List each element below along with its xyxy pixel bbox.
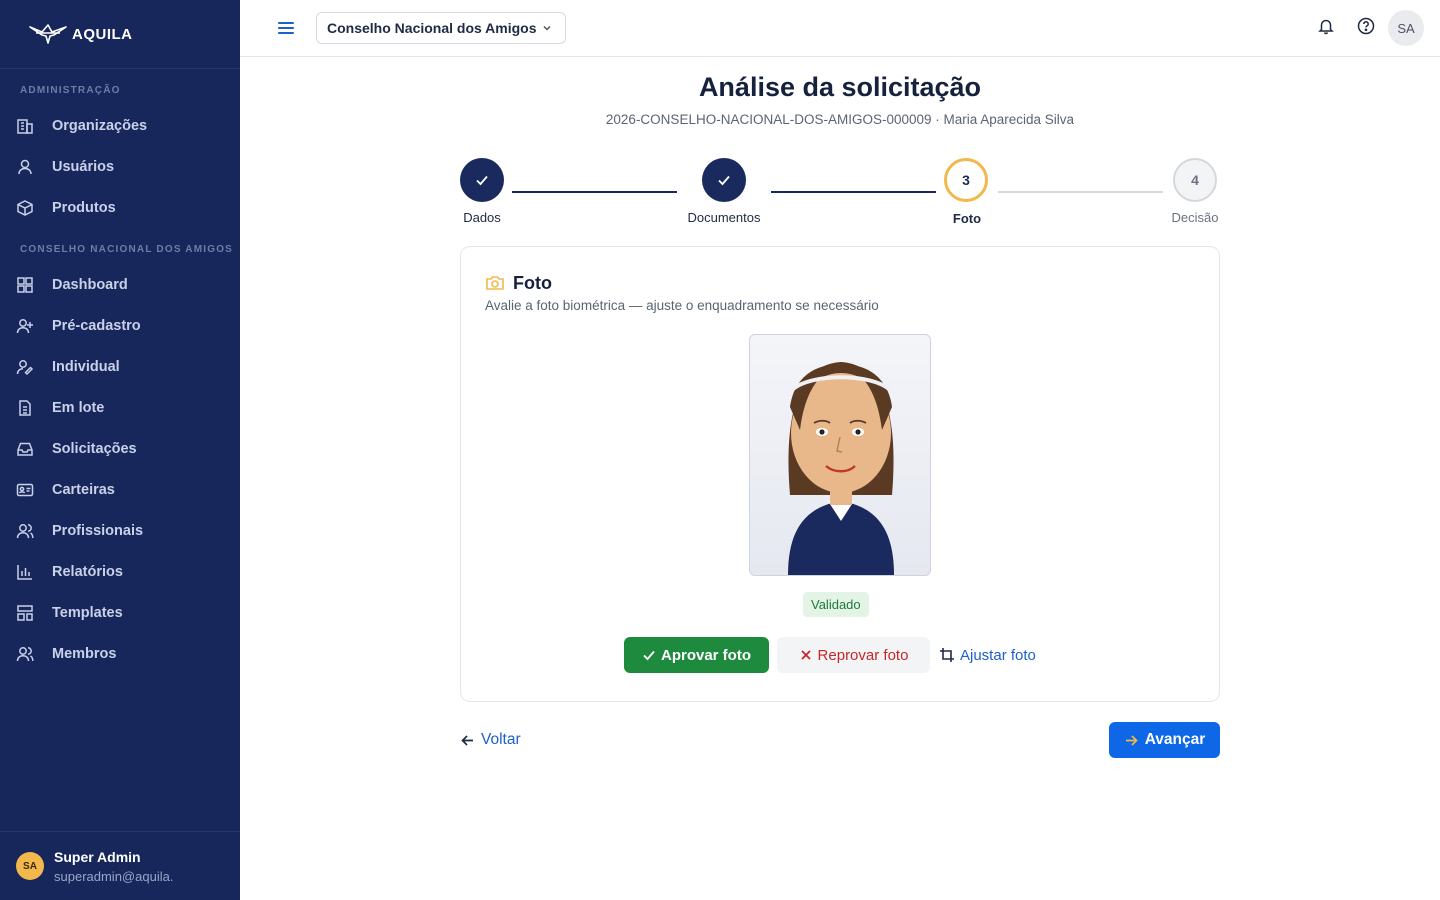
adjust-photo-button[interactable]: Ajustar foto [939, 637, 1054, 673]
step-label-documentos: Documentos [687, 210, 761, 225]
next-label: Avançar [1144, 731, 1206, 748]
step-number: 4 [1191, 172, 1199, 188]
sidebar-item-carteiras[interactable]: Carteiras [0, 469, 240, 510]
sidebar-item-usuarios[interactable]: Usuários [0, 146, 240, 187]
organization-selector[interactable]: Conselho Nacional dos Amigos [316, 12, 566, 44]
sidebar-item-produtos[interactable]: Produtos [0, 187, 240, 228]
approve-photo-button[interactable]: Aprovar foto [624, 637, 769, 673]
sidebar-item-label: Profissionais [52, 522, 144, 539]
help-icon[interactable] [1356, 16, 1376, 36]
back-button[interactable]: Voltar [460, 726, 521, 754]
template-icon [16, 604, 34, 622]
card-title: Foto [513, 273, 552, 293]
sidebar-item-em-lote[interactable]: Em lote [0, 387, 240, 428]
avatar: SA [16, 852, 44, 880]
sidebar-item-label: Solicitações [52, 440, 137, 457]
chevron-down-icon [543, 25, 551, 31]
arrow-left-icon [461, 734, 473, 746]
user-name: Super Admin [54, 848, 141, 865]
step-label-foto: Foto [952, 211, 982, 226]
back-label: Voltar [481, 731, 521, 748]
approve-photo-label: Aprovar foto [661, 646, 751, 664]
portrait-illustration [788, 362, 894, 575]
sidebar-item-dashboard[interactable]: Dashboard [0, 264, 240, 305]
user-pen-icon [16, 358, 34, 376]
sidebar-item-label: Organizações [52, 117, 148, 134]
bar-chart-icon [16, 563, 34, 581]
check-icon [643, 650, 655, 661]
step-1-done[interactable] [460, 158, 504, 202]
step-2-done[interactable] [702, 158, 746, 202]
page-title: Análise da solicitação [698, 72, 982, 102]
check-icon [476, 175, 488, 186]
sidebar-user-profile[interactable]: SA Super Admin superadmin@aquila. [0, 831, 240, 900]
adjust-photo-label: Ajustar foto [960, 646, 1036, 664]
eagle-logo-icon [29, 24, 67, 44]
sidebar-item-profissionais[interactable]: Profissionais [0, 510, 240, 551]
sidebar-item-label: Carteiras [52, 481, 115, 498]
sidebar-item-label: Relatórios [52, 563, 123, 580]
user-plus-icon [16, 317, 34, 335]
sidebar-item-label: Usuários [52, 158, 115, 175]
topbar: Conselho Nacional dos Amigos SA [240, 0, 1440, 57]
sidebar-item-label: Pré-cadastro [52, 317, 141, 334]
user-icon [16, 158, 34, 176]
sidebar-item-membros[interactable]: Membros [0, 633, 240, 674]
sidebar-item-templates[interactable]: Templates [0, 592, 240, 633]
user-email: superadmin@aquila. [54, 868, 174, 884]
sidebar-item-label: Templates [52, 604, 123, 621]
sidebar-item-label: Dashboard [52, 276, 128, 293]
step-connector [998, 191, 1163, 193]
id-card-icon [16, 481, 34, 499]
file-list-icon [16, 399, 34, 417]
arrow-right-icon [1125, 734, 1138, 746]
dashboard-icon [16, 276, 34, 294]
sidebar-item-label: Produtos [52, 199, 116, 216]
card-description: Avalie a foto biométrica — ajuste o enqu… [485, 298, 879, 313]
box-icon [16, 199, 34, 217]
menu-toggle-icon[interactable] [276, 18, 296, 38]
avatar[interactable]: SA [1388, 10, 1424, 46]
step-label-decisao: Decisão [1171, 210, 1219, 225]
sidebar-item-individual[interactable]: Individual [0, 346, 240, 387]
reject-photo-button[interactable]: Reprovar foto [777, 637, 930, 673]
sidebar-item-label: Individual [52, 358, 120, 375]
page-subtitle: 2026-CONSELHO-NACIONAL-DOS-AMIGOS-000009… [605, 112, 1075, 127]
step-3-current[interactable]: 3 [944, 158, 988, 202]
close-icon [800, 650, 811, 660]
sidebar-item-relatorios[interactable]: Relatórios [0, 551, 240, 592]
step-connector [512, 191, 677, 193]
step-connector [771, 191, 936, 193]
step-label-dados: Dados [463, 210, 501, 225]
sidebar-item-organizacoes[interactable]: Organizações [0, 105, 240, 146]
sidebar-item-pre-cadastro[interactable]: Pré-cadastro [0, 305, 240, 346]
users-icon [16, 522, 34, 540]
sidebar-item-label: Em lote [52, 399, 105, 416]
members-icon [16, 645, 34, 663]
building-icon [16, 117, 34, 135]
inbox-icon [16, 440, 34, 458]
next-button[interactable]: Avançar [1109, 722, 1220, 758]
sidebar: AQUILA ADMINISTRAÇÃO Organizações Usuári… [0, 0, 240, 900]
step-4-todo[interactable]: 4 [1173, 158, 1217, 202]
biometric-photo[interactable] [749, 334, 931, 576]
section-label-admin: ADMINISTRAÇÃO [20, 85, 121, 96]
step-number: 3 [962, 172, 970, 188]
brand-name: AQUILA [72, 25, 133, 43]
camera-icon [486, 276, 504, 290]
brand-logo[interactable]: AQUILA [0, 0, 240, 69]
photo-review-card: Foto Avalie a foto biométrica — ajuste o… [460, 246, 1220, 702]
check-icon [718, 175, 730, 186]
section-label-org: CONSELHO NACIONAL DOS AMIGOS [20, 244, 234, 255]
status-badge: Validado [803, 592, 869, 617]
crop-icon [940, 648, 954, 662]
sidebar-item-label: Membros [52, 645, 117, 662]
organization-selector-value: Conselho Nacional dos Amigos [327, 20, 537, 36]
reject-photo-label: Reprovar foto [817, 646, 909, 664]
sidebar-item-solicitacoes[interactable]: Solicitações [0, 428, 240, 469]
bell-icon[interactable] [1316, 16, 1336, 36]
